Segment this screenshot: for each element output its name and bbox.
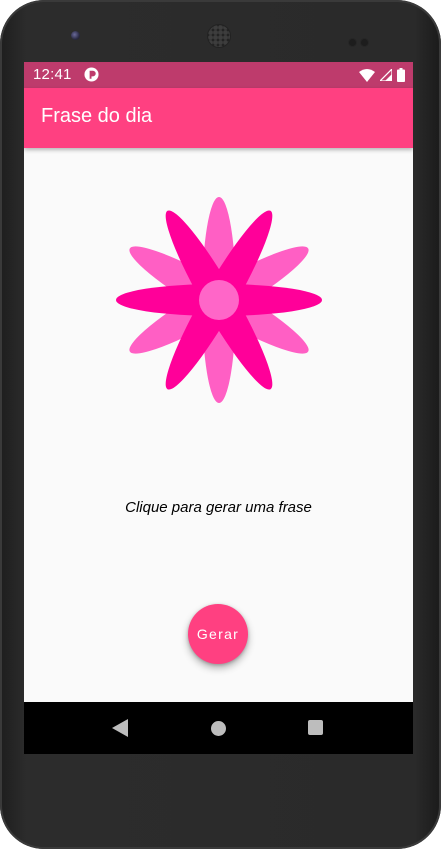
wifi-icon bbox=[359, 68, 375, 82]
phone-frame: 12:41 Frase do dia Clique para gerar uma… bbox=[0, 0, 441, 849]
app-notification-icon bbox=[84, 67, 99, 82]
battery-icon bbox=[397, 68, 405, 82]
app-title: Frase do dia bbox=[41, 105, 153, 127]
screen: 12:41 Frase do dia Clique para gerar uma… bbox=[24, 62, 413, 754]
generate-button[interactable]: Gerar bbox=[188, 604, 248, 664]
app-bar: Frase do dia bbox=[24, 88, 413, 148]
status-time: 12:41 bbox=[33, 66, 72, 83]
status-bar: 12:41 bbox=[24, 62, 413, 88]
navigation-bar bbox=[24, 702, 413, 754]
phrase-text: Clique para gerar uma frase bbox=[125, 499, 312, 516]
cell-signal-icon bbox=[380, 69, 392, 81]
earpiece-speaker bbox=[208, 25, 230, 47]
flower-icon bbox=[116, 197, 322, 403]
status-icons bbox=[359, 67, 405, 83]
back-icon[interactable] bbox=[112, 719, 128, 737]
home-icon[interactable] bbox=[211, 721, 226, 736]
recents-icon[interactable] bbox=[308, 720, 323, 735]
front-camera bbox=[71, 31, 80, 40]
proximity-sensors bbox=[349, 31, 373, 46]
